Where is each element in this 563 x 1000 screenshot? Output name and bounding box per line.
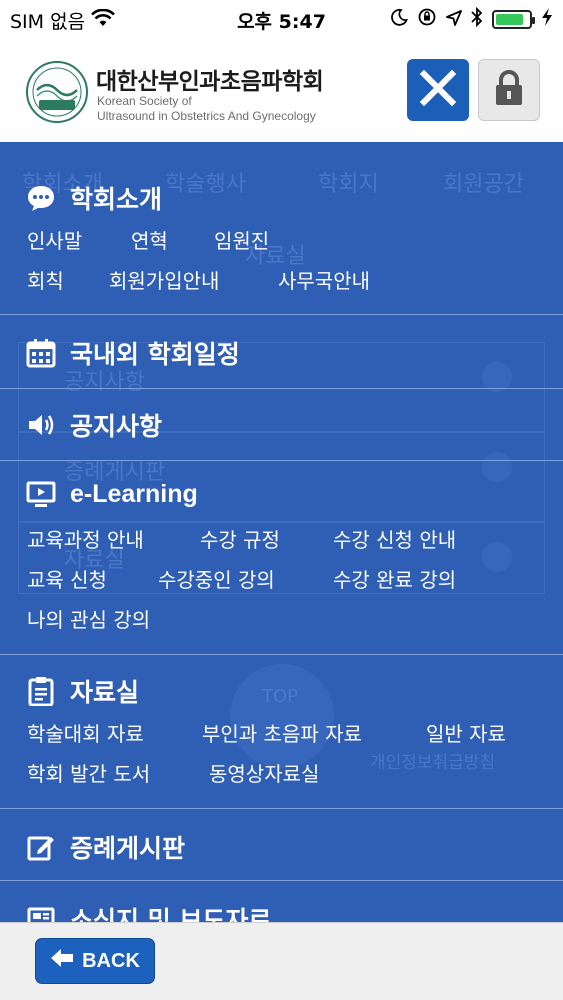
menu-section-schedule: 국내외 학회일정	[0, 314, 563, 388]
orientation-lock-icon	[417, 7, 437, 32]
menu-section-notices: 공지사항	[0, 388, 563, 460]
menu-heading-news[interactable]: 소식지 및 보도자료	[26, 901, 271, 922]
menu-link-office[interactable]: 사무국안내	[278, 265, 370, 294]
menu-link-history[interactable]: 연혁	[131, 225, 168, 254]
menu-link-completed[interactable]: 수강 완료 강의	[333, 564, 456, 593]
charging-bolt-icon	[541, 7, 553, 32]
menu-section-about: 학회소개 인사말 연혁 임원진 회칙 회원가입안내 사무국안내	[0, 142, 563, 314]
battery-icon	[492, 10, 535, 29]
close-menu-button[interactable]	[407, 59, 469, 121]
menu-link-videos[interactable]: 동영상자료실	[209, 758, 319, 787]
speaker-icon	[26, 410, 56, 440]
bottom-toolbar: BACK	[0, 922, 563, 1000]
society-title-korean: 대한산부인과초음파학회	[96, 69, 324, 95]
monitor-play-icon	[26, 479, 56, 509]
menu-link-course-guide[interactable]: 교육과정 안내	[27, 524, 144, 553]
app-header: 대한산부인과초음파학회 Korean Society of Ultrasound…	[0, 38, 563, 142]
menu-link-apply[interactable]: 교육 신청	[27, 564, 107, 593]
lock-icon	[492, 69, 526, 111]
menu-heading-label: 학회소개	[70, 185, 163, 214]
menu-link-publications[interactable]: 학회 발간 도서	[27, 758, 150, 787]
back-button-label: BACK	[82, 949, 140, 972]
menu-link-conference-materials[interactable]: 학술대회 자료	[27, 718, 144, 747]
menu-heading-label: 공지사항	[70, 412, 163, 441]
navigation-menu-overlay: 학회소개 학술행사 학회지 회원공간 자료실 공지사항 증례게시판 자료실 TO…	[0, 142, 563, 922]
moon-icon	[390, 8, 408, 31]
menu-link-bylaws[interactable]: 회칙	[27, 265, 64, 294]
menu-link-general-materials[interactable]: 일반 자료	[426, 718, 506, 747]
menu-link-membership[interactable]: 회원가입안내	[109, 265, 219, 294]
society-logo[interactable]	[25, 60, 89, 124]
menu-link-gyn-ultrasound[interactable]: 부인과 초음파 자료	[202, 718, 362, 747]
login-lock-button[interactable]	[478, 59, 540, 121]
menu-heading-label: 소식지 및 보도자료	[70, 906, 272, 922]
menu-link-enroll-guide[interactable]: 수강 신청 안내	[333, 524, 456, 553]
back-button[interactable]: BACK	[35, 938, 155, 984]
menu-link-course-rules[interactable]: 수강 규정	[200, 524, 280, 553]
arrow-left-icon	[50, 948, 74, 974]
menu-section-case-board: 증례게시판	[0, 808, 563, 880]
menu-section-news: 소식지 및 보도자료	[0, 880, 563, 922]
menu-heading-about[interactable]: 학회소개	[26, 180, 162, 216]
close-icon	[418, 68, 458, 112]
society-title-english-line2: Ultrasound in Obstetrics And Gynecology	[97, 109, 316, 123]
menu-link-executives[interactable]: 임원진	[214, 225, 269, 254]
menu-heading-resources[interactable]: 자료실	[26, 673, 139, 709]
menu-heading-label: 자료실	[70, 678, 140, 707]
chat-bubble-icon	[26, 183, 56, 213]
menu-section-elearning: e-Learning 교육과정 안내 수강 규정 수강 신청 안내 교육 신청 …	[0, 460, 563, 654]
menu-link-in-progress[interactable]: 수강중인 강의	[158, 564, 275, 593]
menu-heading-notices[interactable]: 공지사항	[26, 407, 162, 443]
menu-section-resources: 자료실 학술대회 자료 부인과 초음파 자료 일반 자료 학회 발간 도서 동영…	[0, 654, 563, 808]
edit-icon	[26, 832, 56, 862]
status-bar: SIM 없음 오후 5:47	[0, 0, 563, 38]
bluetooth-icon	[471, 6, 483, 32]
menu-link-greeting[interactable]: 인사말	[27, 225, 82, 254]
menu-heading-label: 증례게시판	[70, 834, 186, 863]
calendar-icon	[26, 338, 56, 368]
menu-link-favorites[interactable]: 나의 관심 강의	[27, 604, 150, 633]
menu-heading-schedule[interactable]: 국내외 학회일정	[26, 335, 240, 371]
society-title-english: Korean Society of Ultrasound in Obstetri…	[97, 94, 316, 124]
clipboard-icon	[26, 676, 56, 706]
location-icon	[446, 9, 462, 31]
society-title-english-line1: Korean Society of	[97, 94, 192, 108]
menu-heading-label: 국내외 학회일정	[70, 340, 240, 369]
menu-heading-case-board[interactable]: 증례게시판	[26, 829, 185, 865]
menu-heading-elearning[interactable]: e-Learning	[26, 479, 198, 509]
newspaper-icon	[26, 904, 56, 922]
menu-heading-label: e-Learning	[70, 479, 198, 508]
